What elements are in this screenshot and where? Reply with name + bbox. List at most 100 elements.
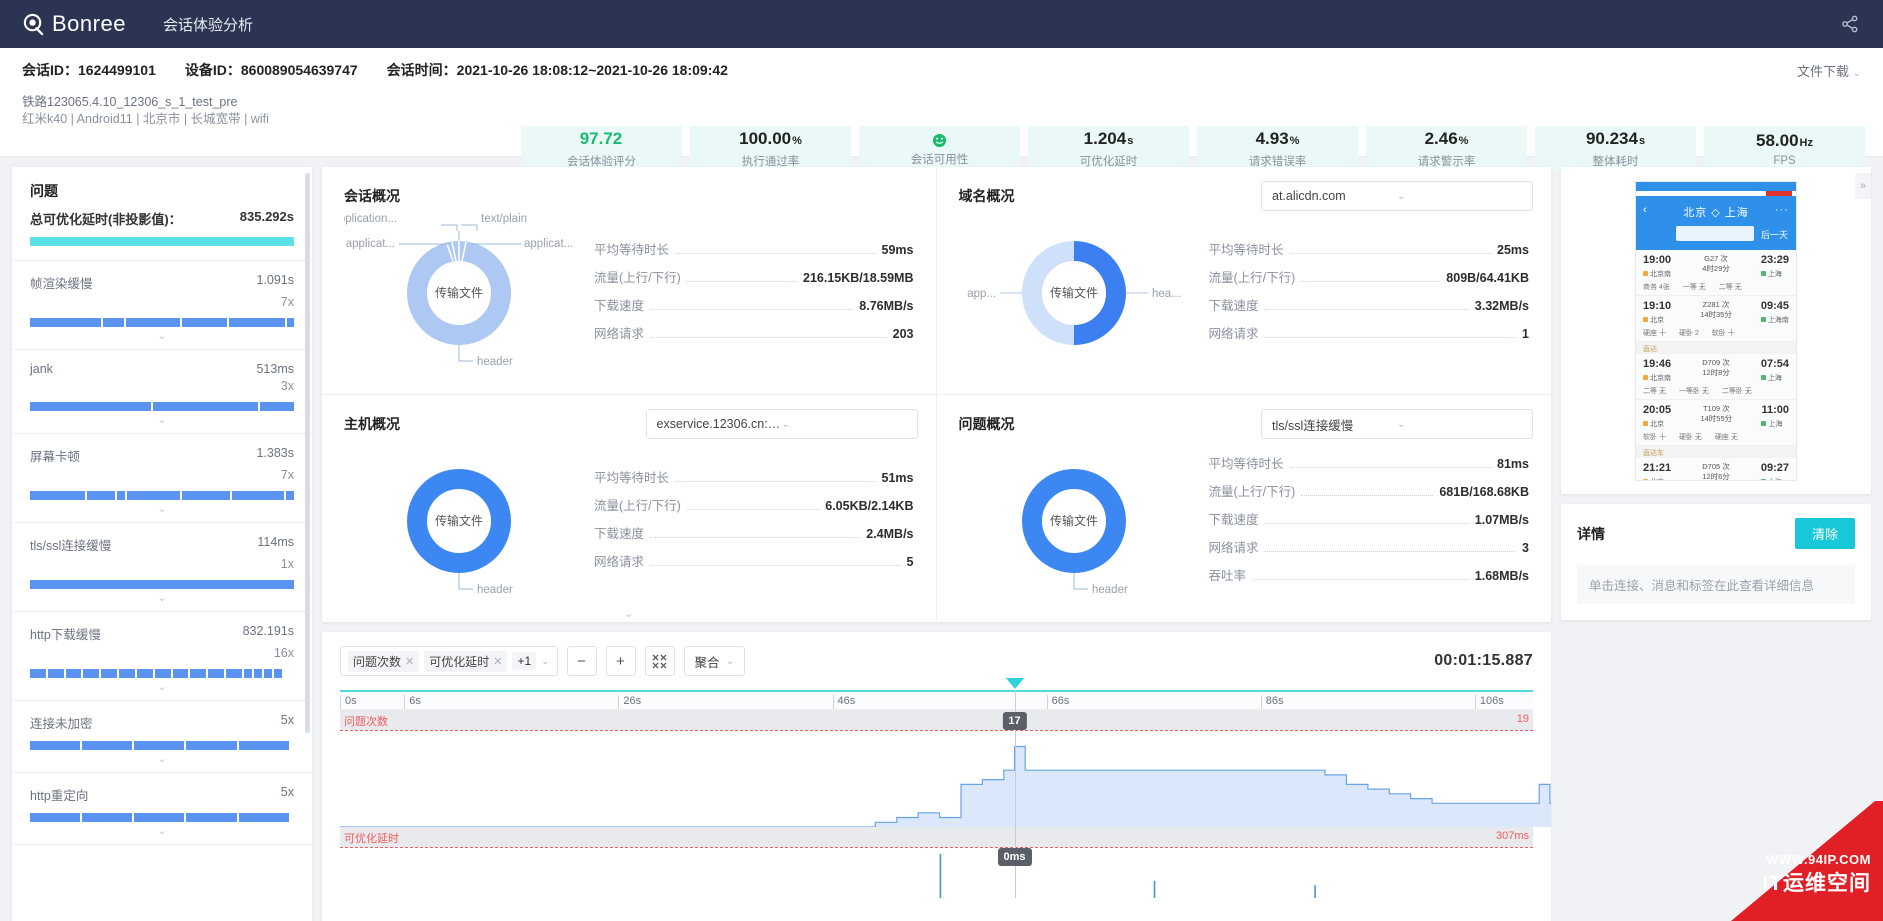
chevron-down-icon[interactable]: ⌄ <box>30 589 294 607</box>
issue-segment[interactable] <box>208 669 225 678</box>
issue-segment[interactable] <box>30 813 81 822</box>
chevron-down-icon[interactable]: ⌄ <box>30 411 294 429</box>
issue-segment[interactable] <box>126 491 180 500</box>
issue-segment[interactable] <box>228 318 285 327</box>
issue-segment[interactable] <box>82 741 133 750</box>
phone-train-row[interactable]: 19:46 北京南 D709 次 12时8分 07:54 上海 二等 无 一等卧 无 二等卧 无 <box>1636 353 1796 400</box>
collapse-panel-button[interactable]: » <box>1855 173 1871 199</box>
issue-segment[interactable] <box>82 813 133 822</box>
issue-segment[interactable] <box>83 669 100 678</box>
timeline-chart[interactable]: 0s 6s 26s 46s 66s 86s 106s 问题次数 19 可优化延时 307ms… <box>340 678 1551 898</box>
phone-screenshot-area[interactable]: ‹ 北京 ◇ 上海 ··· 后一天 19:00 北京南 G27 次 4时29分 23:2… <box>1561 167 1871 494</box>
phone-train-row[interactable]: 20:05 北京 T109 次 14时55分 11:00 上海 软卧 十 硬卧 无 硬座 无 <box>1636 399 1796 446</box>
phone-next-day[interactable]: 后一天 <box>1761 228 1788 241</box>
issue-segment[interactable] <box>136 669 153 678</box>
issue-segment[interactable] <box>181 318 227 327</box>
donut-chart[interactable]: application... text/plain applicat... appli… <box>332 211 594 379</box>
timeline-playhead[interactable] <box>1005 678 1024 689</box>
issue-segment[interactable] <box>186 813 237 822</box>
issue-segment[interactable] <box>30 741 81 750</box>
issue-item[interactable]: tls/ssl连接缓慢 114ms 1x ⌄ <box>12 523 312 612</box>
issue-segment[interactable] <box>226 669 242 678</box>
close-icon[interactable]: ✕ <box>405 655 414 668</box>
tag-optimizable-delay[interactable]: 可优化延时 ✕ <box>424 650 508 672</box>
chevron-down-icon[interactable]: ⌄ <box>30 750 294 768</box>
issue-segment[interactable] <box>152 402 258 411</box>
tag-issue-count[interactable]: 问题次数 ✕ <box>348 650 420 672</box>
issue-item[interactable]: 帧渲染缓慢 1.091s 7x ⌄ <box>12 261 312 350</box>
issue-segment[interactable] <box>30 669 46 678</box>
issue-segment[interactable] <box>253 669 262 678</box>
issue-segment[interactable] <box>286 491 294 500</box>
aggregate-dropdown[interactable]: 聚合 ⌄ <box>683 646 745 676</box>
issue-segment[interactable] <box>102 318 124 327</box>
issue-item[interactable]: 连接未加密 5x ⌄ <box>12 701 312 773</box>
phone-train-row[interactable]: 19:00 北京南 G27 次 4时29分 23:29 上海 商务 4张 一等 无 二等 无 <box>1636 249 1796 296</box>
issue-segment[interactable] <box>231 491 285 500</box>
more-dots-icon[interactable]: ··· <box>1775 204 1789 216</box>
issue-segment[interactable] <box>30 491 86 500</box>
zoom-in-button[interactable]: + <box>605 646 636 676</box>
track1-plot[interactable] <box>340 731 1551 828</box>
issue-segment[interactable] <box>172 669 189 678</box>
issue-segment[interactable] <box>30 318 101 327</box>
tag-overflow-count[interactable]: +1 <box>512 652 537 670</box>
issue-segment[interactable] <box>87 491 116 500</box>
issue-segment[interactable] <box>117 491 125 500</box>
share-icon[interactable] <box>1839 13 1861 35</box>
issue-item[interactable]: 屏幕卡顿 1.383s 7x ⌄ <box>12 434 312 523</box>
donut-chart[interactable]: header 传输文件 <box>344 439 594 607</box>
phone-screenshot[interactable]: ‹ 北京 ◇ 上海 ··· 后一天 19:00 北京南 G27 次 4时29分 23:2… <box>1635 180 1797 481</box>
phone-train-row[interactable]: 21:21北京D705 次12时6分09:27上海二等 无一等卧 无二等卧 无 <box>1636 457 1796 480</box>
issues-scrollbar[interactable] <box>305 173 310 733</box>
issue-segment[interactable] <box>238 813 289 822</box>
issue-segment[interactable] <box>101 669 118 678</box>
panel-select[interactable]: at.alicdn.com ⌄ <box>1261 181 1533 211</box>
metric-tag-select[interactable]: 问题次数 ✕ 可优化延时 ✕ +1 ⌄ <box>340 646 558 676</box>
brand-logo[interactable]: Bonree <box>22 11 126 37</box>
issue-segment[interactable] <box>263 669 272 678</box>
issue-segment[interactable] <box>186 741 237 750</box>
issue-segment[interactable] <box>30 402 151 411</box>
back-arrow-icon[interactable]: ‹ <box>1643 204 1647 216</box>
issue-item[interactable]: http下载缓慢 832.191s 16x ⌄ <box>12 612 312 701</box>
issue-segment[interactable] <box>30 580 294 589</box>
issue-item[interactable]: http重定向 5x ⌄ <box>12 773 312 845</box>
chevron-down-icon[interactable]: ⌄ <box>30 327 294 345</box>
issue-segment[interactable] <box>259 402 294 411</box>
track2-plot[interactable] <box>340 848 1533 898</box>
issue-segment[interactable] <box>238 741 289 750</box>
file-download-dropdown[interactable]: 文件下载 ⌄ <box>1797 61 1861 80</box>
issue-segment[interactable] <box>65 669 82 678</box>
fit-to-screen-button[interactable] <box>644 646 675 676</box>
issue-segment[interactable] <box>243 669 252 678</box>
issue-segment[interactable] <box>286 318 294 327</box>
chevron-down-icon[interactable]: ⌄ <box>541 656 549 667</box>
chevron-down-icon[interactable]: ⌄ <box>30 678 294 696</box>
main-content: 问题 总可优化延时(非投影值)： 835.292s 帧渲染缓慢 1.091s 7x ⌄… <box>0 157 1883 921</box>
issue-segment[interactable] <box>181 491 230 500</box>
phone-train-row[interactable]: 19:10 北京 Z281 次 14时35分 09:45 上海南 硬座 十 硬卧 2 软卧 十 <box>1636 295 1796 342</box>
issue-segment[interactable] <box>125 318 180 327</box>
issue-segment[interactable] <box>190 669 207 678</box>
issue-segment[interactable] <box>119 669 135 678</box>
chevron-down-icon[interactable]: ⌄ <box>30 822 294 840</box>
phone-date-field[interactable] <box>1676 225 1754 241</box>
issue-item[interactable]: jank 513ms 3x ⌄ <box>12 350 312 434</box>
issue-occurrence-bar <box>30 669 294 678</box>
chevron-down-icon[interactable]: ⌄ <box>30 500 294 518</box>
donut-chart[interactable]: header 传输文件 <box>959 439 1209 607</box>
panel-select[interactable]: tls/ssl连接缓慢 ⌄ <box>1261 409 1533 439</box>
issue-segment[interactable] <box>47 669 64 678</box>
donut-chart[interactable]: app... hea... 传输文件 <box>959 211 1209 379</box>
close-icon[interactable]: ✕ <box>493 655 502 668</box>
panel-select[interactable]: exservice.12306.cn:443 ⌄ <box>645 409 918 439</box>
issue-segment[interactable] <box>134 813 185 822</box>
issue-segment[interactable] <box>134 741 185 750</box>
issue-segment[interactable] <box>273 669 282 678</box>
issue-segment[interactable] <box>154 669 171 678</box>
timeline-axis[interactable]: 0s 6s 26s 46s 66s 86s 106s <box>340 690 1533 710</box>
zoom-out-button[interactable]: − <box>566 646 597 676</box>
panel-collapse-handle[interactable]: ⌄ <box>624 607 633 620</box>
clear-button[interactable]: 清除 <box>1794 518 1855 549</box>
